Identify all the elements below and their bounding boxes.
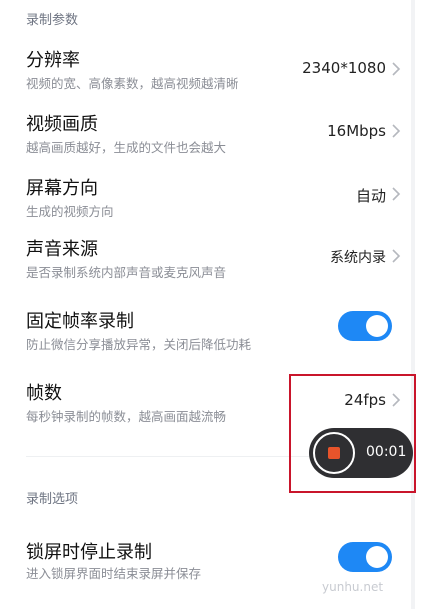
chevron-right-icon xyxy=(392,187,401,201)
setting-subtitle: 每秒钟录制的帧数，越高画面越流畅 xyxy=(26,409,227,424)
setting-row-quality[interactable]: 视频画质 越高画质越好，生成的文件也会越大 16Mbps xyxy=(0,102,430,162)
setting-subtitle: 防止微信分享播放异常，关闭后降低功耗 xyxy=(26,337,252,352)
setting-title: 屏幕方向 xyxy=(26,178,98,199)
setting-row-audio-source[interactable]: 声音来源 是否录制系统内部声音或麦克风声音 系统内录 xyxy=(0,228,430,288)
setting-title: 锁屏时停止录制 xyxy=(26,542,152,563)
setting-row-orientation[interactable]: 屏幕方向 生成的视频方向 自动 xyxy=(0,166,430,226)
setting-subtitle: 进入锁屏界面时结束录屏并保存 xyxy=(26,566,202,581)
lock-stop-toggle[interactable] xyxy=(338,542,392,572)
setting-value: 系统内录 xyxy=(330,250,386,266)
watermark: yunhu.net xyxy=(322,580,384,594)
setting-row-fixed-framerate: 固定帧率录制 防止微信分享播放异常，关闭后降低功耗 xyxy=(0,300,430,360)
setting-subtitle: 生成的视频方向 xyxy=(26,204,114,219)
setting-value: 2340*1080 xyxy=(302,59,386,77)
toggle-knob xyxy=(366,546,388,568)
setting-row-resolution[interactable]: 分辨率 视频的宽、高像素数，越高视频越清晰 2340*1080 xyxy=(0,40,430,100)
section-header-recording-params: 录制参数 xyxy=(26,13,79,28)
chevron-right-icon xyxy=(392,62,401,76)
chevron-right-icon xyxy=(392,124,401,138)
setting-subtitle: 是否录制系统内部声音或麦克风声音 xyxy=(26,265,227,280)
setting-title: 分辨率 xyxy=(26,50,80,71)
toggle-knob xyxy=(366,315,388,337)
setting-subtitle: 视频的宽、高像素数，越高视频越清晰 xyxy=(26,76,239,91)
fixed-framerate-toggle[interactable] xyxy=(338,311,392,341)
chevron-right-icon xyxy=(392,249,401,263)
setting-title: 帧数 xyxy=(26,383,62,404)
setting-title: 视频画质 xyxy=(26,114,98,135)
highlight-box xyxy=(289,374,416,493)
section-header-recording-options: 录制选项 xyxy=(26,492,79,507)
setting-title: 固定帧率录制 xyxy=(26,311,134,332)
setting-value: 自动 xyxy=(355,187,386,205)
setting-title: 声音来源 xyxy=(26,239,98,260)
setting-subtitle: 越高画质越好，生成的文件也会越大 xyxy=(26,140,227,155)
setting-value: 16Mbps xyxy=(327,122,386,140)
